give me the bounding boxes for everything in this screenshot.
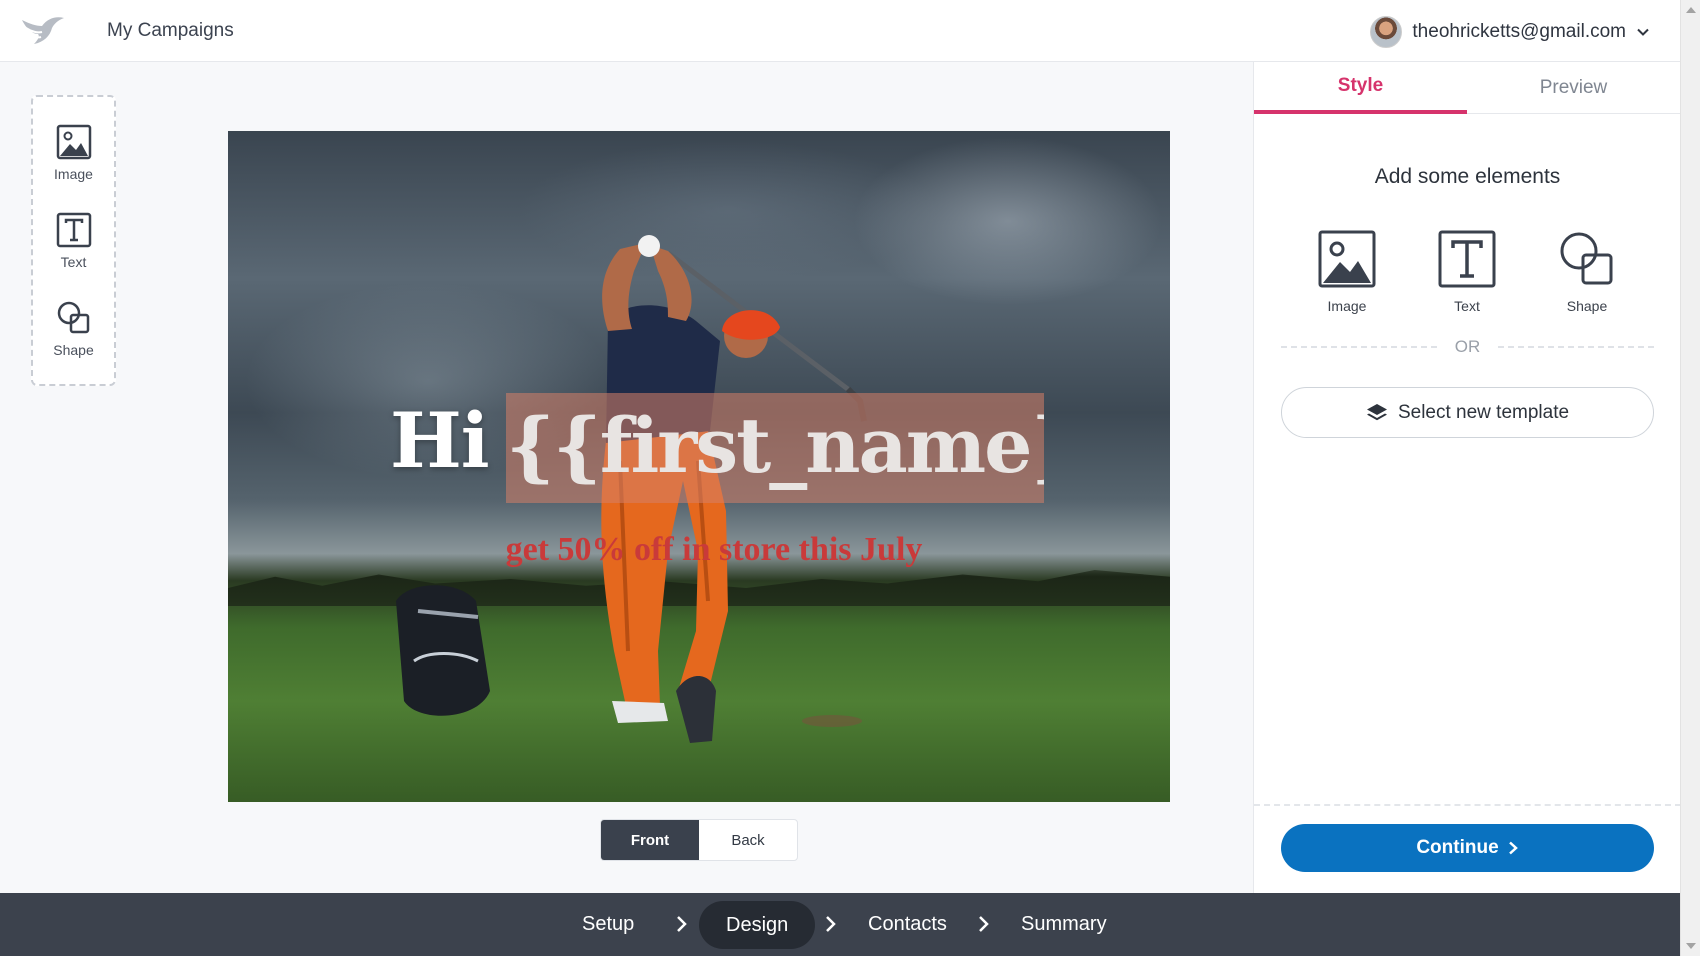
select-template-button[interactable]: Select new template: [1281, 387, 1654, 438]
toolbox-shape-label: Shape: [53, 342, 94, 358]
layers-icon: [1366, 403, 1387, 420]
shape-icon: [57, 301, 89, 334]
toolbox-text-button[interactable]: Text: [33, 211, 114, 287]
first-name-text-selected[interactable]: {{first_name}}: [506, 393, 1044, 503]
user-email: theohricketts@gmail.com: [1412, 21, 1626, 42]
add-text-button[interactable]: Text: [1422, 228, 1512, 314]
scroll-down-arrow-icon[interactable]: [1685, 941, 1697, 951]
tab-style[interactable]: Style: [1254, 62, 1467, 114]
panel-tabs: Style Preview: [1254, 62, 1681, 114]
continue-button[interactable]: Continue: [1281, 824, 1654, 872]
card-side-toggle: Front Back: [600, 819, 798, 861]
chevron-right-icon: [1508, 841, 1518, 855]
or-divider-line: [1281, 346, 1437, 348]
select-template-label: Select new template: [1397, 401, 1570, 423]
panel-footer-divider: [1254, 804, 1681, 806]
user-menu[interactable]: theohricketts@gmail.com: [1370, 15, 1650, 49]
toolbox-text-label: Text: [60, 254, 87, 270]
add-text-label: Text: [1454, 298, 1480, 314]
avatar: [1370, 16, 1403, 48]
page-scrollbar[interactable]: [1680, 0, 1700, 956]
chevron-right-icon: [979, 916, 989, 932]
toolbox-shape-button[interactable]: Shape: [33, 299, 114, 375]
chevron-right-icon: [826, 916, 836, 932]
my-campaigns-link[interactable]: My Campaigns: [107, 20, 234, 42]
chevron-right-icon: [677, 916, 687, 932]
promo-subtitle-text[interactable]: get 50% off in store this July: [228, 531, 1170, 569]
element-toolbox: Image Text Shape: [31, 95, 116, 386]
step-design[interactable]: Design: [699, 901, 816, 949]
tab-preview[interactable]: Preview: [1467, 62, 1680, 114]
or-divider: OR: [1281, 336, 1654, 358]
front-side-button[interactable]: Front: [601, 820, 699, 860]
scroll-up-arrow-icon[interactable]: [1685, 5, 1697, 15]
or-divider-line: [1498, 346, 1654, 348]
toolbox-image-button[interactable]: Image: [33, 123, 114, 199]
back-side-button[interactable]: Back: [699, 820, 797, 860]
step-contacts[interactable]: Contacts: [868, 893, 947, 956]
add-shape-label: Shape: [1566, 298, 1608, 314]
text-icon: [56, 212, 91, 248]
add-image-button[interactable]: Image: [1302, 228, 1392, 314]
step-setup[interactable]: Setup: [582, 893, 634, 956]
add-shape-button[interactable]: Shape: [1542, 228, 1632, 314]
text-icon: [1438, 230, 1496, 288]
style-panel: Style Preview Add some elements Image Te…: [1253, 62, 1681, 893]
continue-label: Continue: [1416, 837, 1499, 858]
image-icon: [56, 124, 91, 160]
greeting-text[interactable]: Hi: [390, 396, 490, 485]
bird-logo-icon[interactable]: [20, 14, 66, 48]
or-label: OR: [1454, 337, 1481, 356]
postcard-canvas[interactable]: Hi {{first_name}} get 50% off in store t…: [228, 131, 1170, 802]
add-image-label: Image: [1327, 298, 1367, 314]
chevron-down-icon: [1637, 28, 1649, 36]
toolbox-image-label: Image: [54, 166, 93, 182]
step-summary[interactable]: Summary: [1021, 893, 1107, 956]
wizard-step-bar: Setup Design Contacts Summary: [0, 893, 1680, 956]
image-icon: [1318, 230, 1376, 288]
panel-heading: Add some elements: [1374, 165, 1561, 188]
shape-icon: [1560, 232, 1613, 285]
top-bar: My Campaigns theohricketts@gmail.com: [0, 0, 1680, 62]
